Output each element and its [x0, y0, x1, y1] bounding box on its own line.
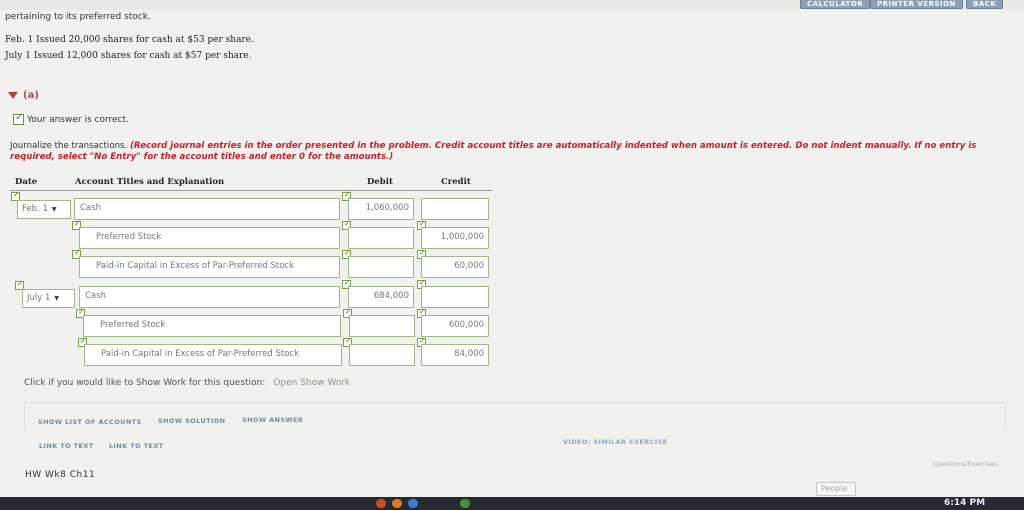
app-icon[interactable]: [408, 499, 418, 508]
part-a-toggle[interactable]: (a): [8, 90, 39, 101]
account-title-input[interactable]: Paid-in Capital in Excess of Par-Preferr…: [79, 256, 340, 278]
calculator-button[interactable]: CALCULATOR: [800, 0, 871, 9]
date-select[interactable]: Feb. 1 ▼: [17, 200, 71, 219]
top-toolbar: CALCULATOR PRINTER VERSION BACK: [0, 0, 1024, 10]
header-debit: Debit: [367, 177, 393, 187]
app-icon[interactable]: [392, 499, 402, 508]
os-taskbar: 6:14 PM: [0, 497, 1024, 510]
account-title-input[interactable]: Preferred Stock: [79, 227, 340, 249]
debit-input[interactable]: [348, 256, 414, 278]
header-credit: Credit: [441, 177, 471, 187]
date-value: Feb. 1: [22, 204, 48, 214]
assignment-name: HW Wk8 Ch11: [25, 470, 96, 480]
date-value: July 1: [27, 293, 51, 303]
part-label: (a): [23, 90, 39, 101]
dropdown-arrow-icon: ▼: [54, 295, 60, 302]
answer-status: Your answer is correct.: [13, 112, 129, 125]
credit-input[interactable]: [421, 286, 489, 308]
date-select[interactable]: July 1 ▼: [22, 289, 75, 308]
transaction-line: July 1 Issued 12,000 shares for cash at …: [5, 51, 252, 61]
account-title-input[interactable]: Cash: [79, 286, 340, 308]
open-show-work-link[interactable]: Open Show Work: [273, 378, 350, 388]
debit-input[interactable]: 1,060,000: [348, 198, 414, 220]
checkmark-icon: [13, 112, 24, 125]
instructions-lead: Journalize the transactions.: [10, 141, 130, 151]
app-icon[interactable]: [376, 499, 386, 508]
transaction-line: Feb. 1 Issued 20,000 shares for cash at …: [5, 35, 254, 45]
header-divider: [10, 190, 492, 191]
questions-exercises-link[interactable]: Questions/Exercises: [933, 460, 998, 468]
link-to-text-button[interactable]: LINK TO TEXT: [109, 442, 164, 450]
video-similar-exercise-link[interactable]: VIDEO: SIMILAR EXERCISE: [563, 438, 668, 446]
show-work-row: Click if you would like to Show Work for…: [24, 378, 350, 388]
debit-input[interactable]: [349, 344, 415, 366]
dropdown-arrow-icon: ▼: [51, 206, 57, 213]
show-solution-button[interactable]: SHOW SOLUTION: [158, 417, 226, 425]
link-to-text-button[interactable]: LINK TO TEXT: [39, 442, 94, 450]
collapse-triangle-icon: [8, 91, 18, 99]
credit-input[interactable]: 60,000: [421, 256, 489, 278]
credit-input[interactable]: 84,000: [421, 344, 489, 366]
taskbar-clock: 6:14 PM: [944, 498, 986, 508]
credit-input[interactable]: [421, 198, 489, 220]
header-account: Account Titles and Explanation: [75, 177, 225, 187]
account-title-input[interactable]: Cash: [74, 198, 340, 220]
credit-input[interactable]: 1,000,000: [421, 227, 489, 249]
show-answer-button[interactable]: SHOW ANSWER: [242, 416, 303, 424]
back-button[interactable]: BACK: [966, 0, 1004, 9]
show-work-prompt: Click if you would like to Show Work for…: [24, 378, 266, 388]
printer-version-button[interactable]: PRINTER VERSION: [870, 0, 963, 9]
debit-input[interactable]: [348, 227, 414, 249]
account-title-input[interactable]: Preferred Stock: [83, 315, 341, 337]
instructions-note: (Record journal entries in the order pre…: [10, 141, 977, 162]
credit-input[interactable]: 600,000: [421, 315, 489, 337]
show-list-of-accounts-button[interactable]: SHOW LIST OF ACCOUNTS: [38, 418, 142, 426]
debit-input[interactable]: 684,000: [348, 286, 414, 308]
instructions: Journalize the transactions. (Record jou…: [10, 141, 1024, 163]
problem-intro: pertaining to its preferred stock.: [5, 12, 151, 22]
account-title-input[interactable]: Paid-in Capital in Excess of Par-Preferr…: [84, 344, 342, 366]
header-date: Date: [15, 177, 38, 187]
app-icon[interactable]: [460, 499, 470, 508]
debit-input[interactable]: [349, 315, 415, 337]
people-button[interactable]: People: [816, 482, 856, 496]
answer-status-text: Your answer is correct.: [27, 115, 129, 125]
